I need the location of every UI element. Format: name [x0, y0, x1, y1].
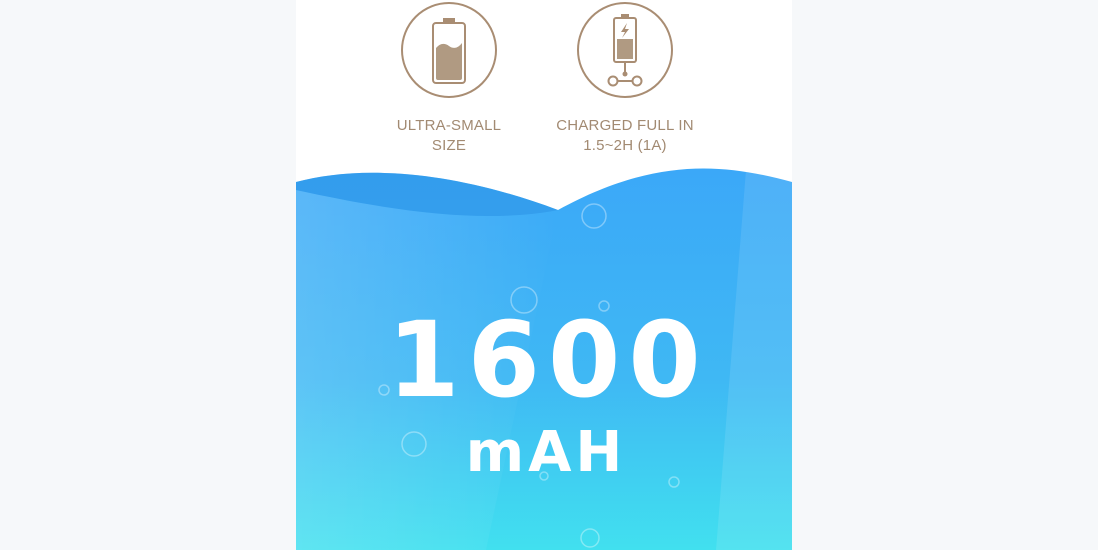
- product-panel: ULTRA-SMALL SIZE CHARGED FULL IN 1.5~2H …: [296, 0, 792, 550]
- feature-icon-circle: [401, 2, 497, 98]
- feature-label-line: SIZE: [431, 137, 467, 154]
- fast-charge-icon: [607, 14, 643, 87]
- feature-label-line: 1.5~2H (1A): [583, 137, 667, 154]
- capacity-value: 1600: [387, 299, 709, 421]
- feature-label-line: CHARGED FULL IN: [556, 117, 694, 134]
- feature-label-line: ULTRA-SMALL: [396, 117, 502, 134]
- feature-icon-circle: [577, 2, 673, 98]
- battery-icon: [432, 18, 466, 84]
- feature-label: CHARGED FULL IN 1.5~2H (1A): [545, 116, 705, 156]
- feature-label: ULTRA-SMALL SIZE: [369, 116, 529, 156]
- feature-charge-time: CHARGED FULL IN 1.5~2H (1A): [545, 2, 705, 156]
- feature-ultra-small-size: ULTRA-SMALL SIZE: [369, 2, 529, 156]
- capacity-unit: mAH: [465, 420, 627, 485]
